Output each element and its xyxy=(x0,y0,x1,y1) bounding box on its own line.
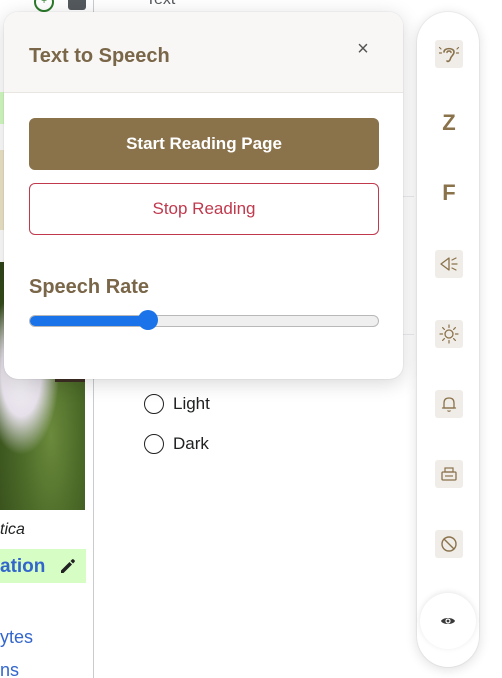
theme-radio-group: Light Dark xyxy=(144,392,210,472)
accessibility-toolbar: Z F xyxy=(417,12,479,667)
page: tica ation ytes ns + Text Light Dark Tex… xyxy=(0,0,502,678)
theme-option-label: Light xyxy=(173,394,210,413)
block-icon[interactable] xyxy=(435,530,463,558)
theme-option-label: Dark xyxy=(173,434,209,453)
speech-rate-slider-thumb[interactable] xyxy=(138,310,158,330)
letter-f-icon[interactable]: F xyxy=(435,179,463,207)
pencil-icon[interactable] xyxy=(58,556,78,576)
header-text: Text xyxy=(146,0,175,9)
eye-icon[interactable] xyxy=(420,593,476,649)
top-icons: + xyxy=(34,0,86,12)
stop-reading-button[interactable]: Stop Reading xyxy=(29,183,379,235)
ear-icon[interactable] xyxy=(435,40,463,68)
brightness-icon[interactable] xyxy=(435,320,463,348)
tool-letter: F xyxy=(442,180,456,205)
sidebar-link[interactable]: ns xyxy=(0,660,19,678)
speech-rate-label: Speech Rate xyxy=(29,276,150,298)
text-to-speech-panel: Text to Speech × Start Reading Page Stop… xyxy=(4,12,403,379)
edit-link[interactable]: ation xyxy=(0,556,45,578)
tool-letter: Z xyxy=(442,110,456,135)
speech-rate-slider-fill xyxy=(30,316,149,326)
panel-header: Text to Speech × xyxy=(4,12,403,93)
edit-bar[interactable]: ation xyxy=(0,549,86,583)
bell-icon[interactable] xyxy=(435,390,463,418)
radio-button[interactable] xyxy=(144,434,164,454)
photo-caption: tica xyxy=(0,521,25,538)
print-icon[interactable] xyxy=(435,460,463,488)
megaphone-icon[interactable] xyxy=(435,250,463,278)
speech-rate-slider-track[interactable] xyxy=(29,315,379,327)
user-icon[interactable] xyxy=(68,0,86,10)
sidebar-link[interactable]: ytes xyxy=(0,627,33,648)
radio-button[interactable] xyxy=(144,394,164,414)
letter-z-icon[interactable]: Z xyxy=(435,109,463,137)
start-reading-button[interactable]: Start Reading Page xyxy=(29,118,379,170)
panel-title: Text to Speech xyxy=(29,45,170,67)
theme-option-light[interactable]: Light xyxy=(144,392,210,416)
close-icon[interactable]: × xyxy=(353,39,373,59)
theme-option-dark[interactable]: Dark xyxy=(144,432,210,456)
add-icon[interactable]: + xyxy=(34,0,54,12)
